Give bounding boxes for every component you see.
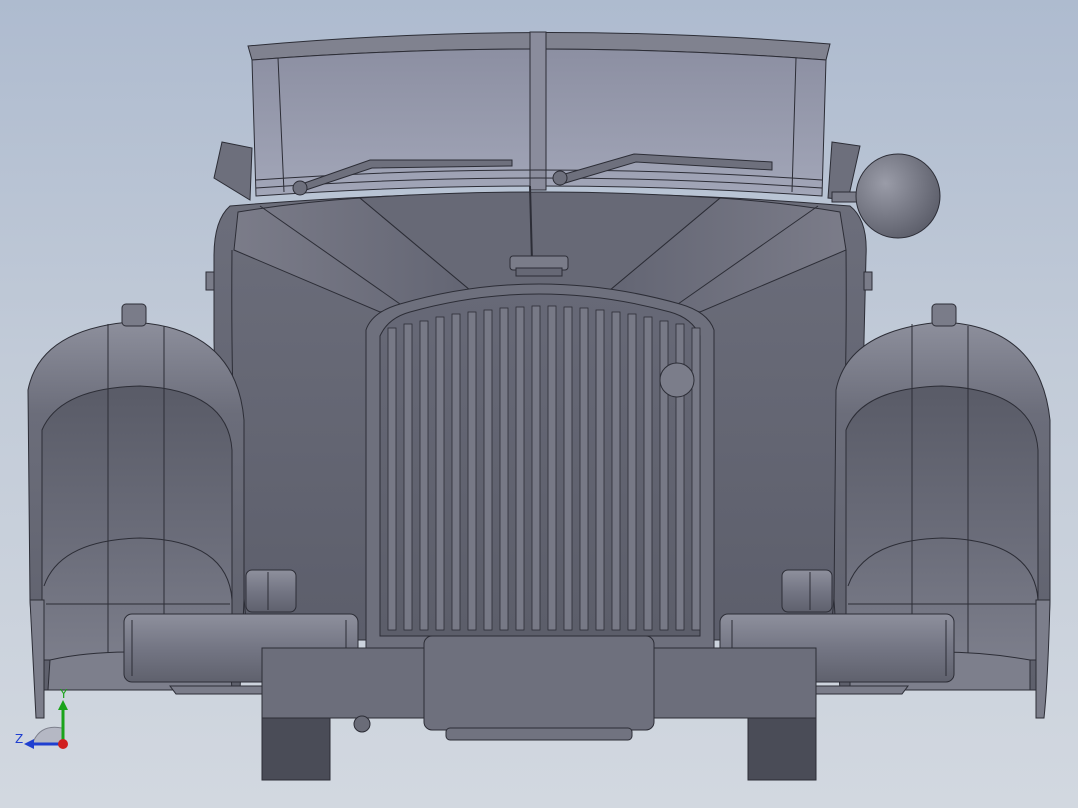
grille-slat: [627, 313, 637, 631]
grille-slat: [435, 316, 445, 631]
windshield[interactable]: [247, 31, 831, 197]
grille-slat: [387, 327, 397, 631]
grille-slat: [595, 309, 605, 631]
grille-slat: [483, 309, 493, 631]
z-axis-arrowhead: [24, 739, 34, 749]
orientation-triad[interactable]: Y Z: [12, 688, 82, 758]
fog-lamp-right: [781, 569, 833, 613]
x-axis-dot: [58, 739, 68, 749]
grille-slat: [419, 320, 429, 631]
side-mirror-left[interactable]: [213, 141, 253, 201]
grille-slat: [451, 313, 461, 631]
grille-slat: [499, 307, 509, 631]
y-axis-arrowhead: [58, 700, 68, 710]
cad-3d-viewport[interactable]: Y Z: [0, 0, 1078, 808]
grille-slat: [531, 305, 541, 631]
fog-lamp-left: [245, 569, 297, 613]
license-plate[interactable]: [423, 635, 655, 741]
grille-slat: [579, 307, 589, 631]
grille-slat: [691, 327, 701, 631]
car-3d-model[interactable]: [0, 0, 1078, 808]
wheel-left[interactable]: [261, 711, 331, 781]
z-axis-label: Z: [15, 732, 23, 746]
radiator-grille[interactable]: [365, 283, 715, 649]
grille-slat: [643, 316, 653, 631]
radiator-cap[interactable]: [509, 255, 569, 277]
grille-slat: [547, 305, 557, 631]
grille-slat: [563, 306, 573, 631]
y-axis-label: Y: [59, 688, 68, 701]
grille-slat: [611, 311, 621, 631]
grille-slat: [403, 323, 413, 631]
wheel-right[interactable]: [747, 711, 817, 781]
grille-slat: [467, 311, 477, 631]
grille-slat: [515, 306, 525, 631]
